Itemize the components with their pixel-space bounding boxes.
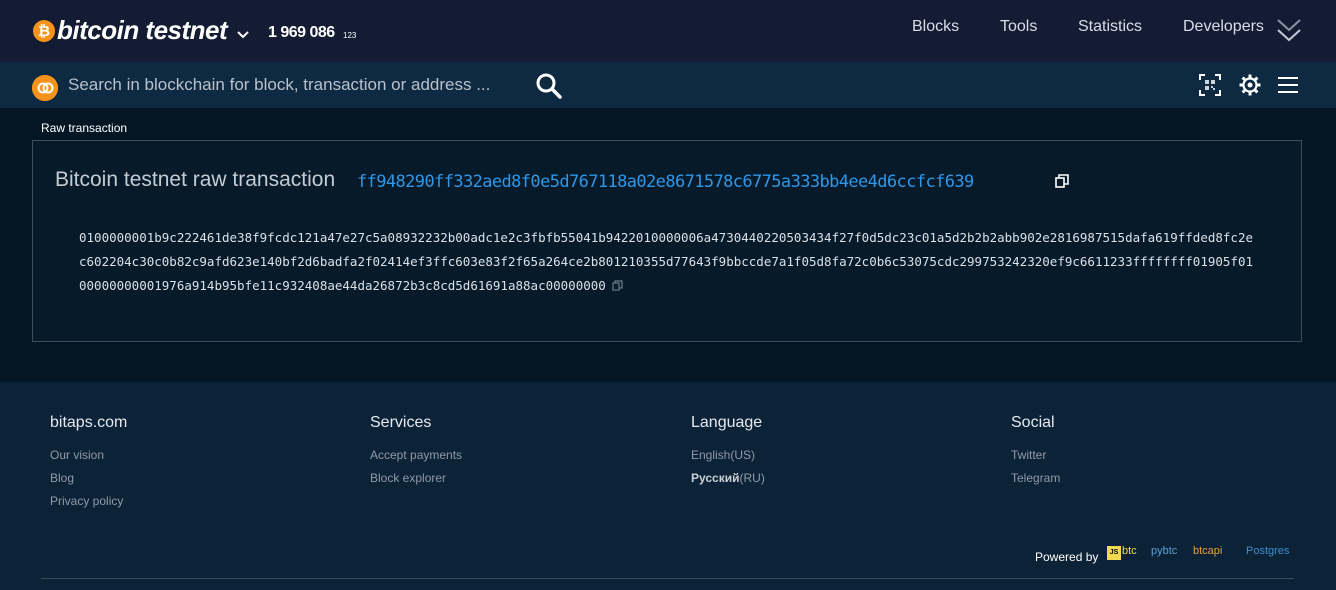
- bitaps-mark-icon: [32, 75, 58, 101]
- raw-transaction-hex: 0100000001b9c222461de38f9fcdc121a47e27c5…: [79, 226, 1259, 298]
- footer-heading: Social: [1011, 414, 1055, 431]
- copy-icon[interactable]: [1055, 174, 1069, 188]
- brand-name: bitcoin testnet: [57, 15, 228, 45]
- btcapi-logo[interactable]: btcapi: [1193, 545, 1222, 557]
- footer-link-russian[interactable]: Русский(RU): [691, 471, 765, 485]
- search-bar: [0, 62, 1336, 108]
- footer-heading: Services: [370, 414, 432, 431]
- footer-column-services: Services Accept payments Block explorer: [370, 414, 462, 494]
- footer-link-accept-payments[interactable]: Accept payments: [370, 448, 462, 462]
- footer-divider: [41, 578, 1294, 579]
- footer-link-english[interactable]: English(US): [691, 448, 765, 462]
- double-chevron-down-icon[interactable]: [1276, 16, 1302, 46]
- copy-raw-icon[interactable]: [612, 280, 623, 291]
- jsbtc-logo-icon[interactable]: JS: [1107, 546, 1121, 560]
- hamburger-menu-icon[interactable]: [1277, 74, 1299, 96]
- jsbtc-logo-text[interactable]: btc: [1122, 545, 1137, 557]
- bitaps-logo-icon[interactable]: [32, 75, 58, 101]
- page-title: Bitcoin testnet raw transaction: [55, 168, 336, 191]
- footer: bitaps.com Our vision Blog Privacy polic…: [0, 382, 1336, 590]
- nav-tools[interactable]: Tools: [1000, 18, 1037, 36]
- raw-transaction-card: Bitcoin testnet raw transaction ff948290…: [32, 140, 1302, 342]
- brand[interactable]: ₿ bitcoin testnet: [33, 15, 249, 46]
- nav-statistics[interactable]: Statistics: [1078, 18, 1142, 36]
- block-height-suffix: 123: [343, 31, 357, 40]
- postgres-logo[interactable]: Postgres: [1246, 545, 1289, 557]
- raw-hex-value: 0100000001b9c222461de38f9fcdc121a47e27c5…: [79, 230, 1253, 293]
- footer-heading: bitaps.com: [50, 414, 128, 431]
- breadcrumb: Raw transaction: [41, 121, 128, 135]
- gear-icon[interactable]: [1239, 74, 1261, 96]
- footer-column-bitaps: bitaps.com Our vision Blog Privacy polic…: [50, 414, 127, 517]
- qr-code-icon[interactable]: [1199, 74, 1221, 96]
- footer-heading: Language: [691, 414, 763, 431]
- nav-developers[interactable]: Developers: [1183, 18, 1264, 36]
- pybtc-logo[interactable]: pybtc: [1151, 545, 1177, 557]
- block-height[interactable]: 1 969 086: [268, 24, 335, 42]
- footer-link-privacy-policy[interactable]: Privacy policy: [50, 494, 127, 508]
- top-bar: ₿ bitcoin testnet 1 969 086 123 Blocks T…: [0, 0, 1336, 62]
- footer-link-block-explorer[interactable]: Block explorer: [370, 471, 462, 485]
- bitcoin-logo-icon: ₿: [33, 19, 55, 42]
- footer-link-blog[interactable]: Blog: [50, 471, 127, 485]
- footer-link-twitter[interactable]: Twitter: [1011, 448, 1060, 462]
- search-icon[interactable]: [535, 72, 563, 100]
- footer-link-telegram[interactable]: Telegram: [1011, 471, 1060, 485]
- footer-link-our-vision[interactable]: Our vision: [50, 448, 127, 462]
- powered-by-label: Powered by: [1035, 550, 1099, 564]
- transaction-hash-link[interactable]: ff948290ff332aed8f0e5d767118a02e8671578c…: [357, 172, 974, 192]
- nav-blocks[interactable]: Blocks: [912, 18, 959, 36]
- russian-language-name: Русский: [691, 471, 740, 485]
- search-input[interactable]: [68, 72, 518, 98]
- footer-column-social: Social Twitter Telegram: [1011, 414, 1060, 494]
- chevron-down-icon[interactable]: [237, 30, 249, 39]
- footer-column-language: Language English(US) Русский(RU): [691, 414, 765, 494]
